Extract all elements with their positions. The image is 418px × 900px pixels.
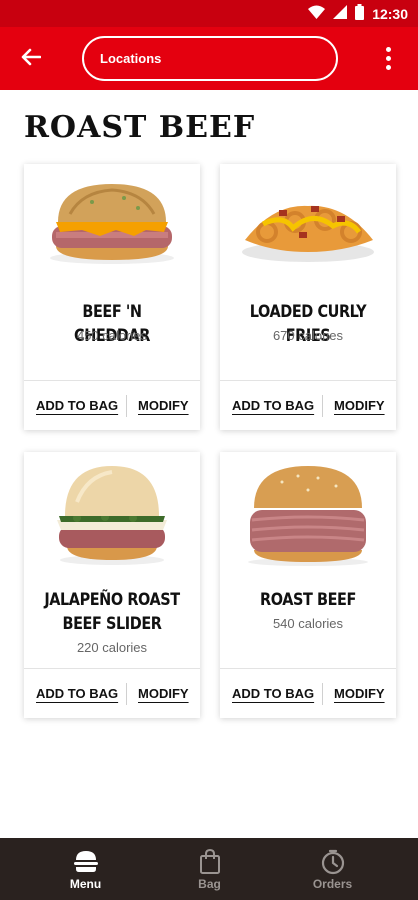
product-calories: 220 calories bbox=[76, 640, 148, 655]
locations-button[interactable]: Locations bbox=[82, 36, 338, 81]
status-bar: 12:30 bbox=[0, 0, 418, 27]
app-bar: Locations bbox=[0, 27, 418, 90]
product-actions: ADD TO BAG MODIFY bbox=[220, 380, 396, 430]
add-to-bag-button[interactable]: ADD TO BAG bbox=[36, 381, 118, 431]
modify-button[interactable]: MODIFY bbox=[138, 381, 189, 431]
modify-button[interactable]: MODIFY bbox=[138, 669, 189, 719]
arrow-back-icon bbox=[21, 48, 42, 71]
product-actions: ADD TO BAG MODIFY bbox=[220, 668, 396, 718]
product-actions: ADD TO BAG MODIFY bbox=[24, 668, 200, 718]
product-name: JALAPEÑO ROAST BEEF SLIDER bbox=[44, 590, 180, 634]
product-image-roast-beef bbox=[220, 462, 396, 572]
product-image-beef-n-cheddar bbox=[24, 174, 200, 284]
back-button[interactable] bbox=[16, 44, 46, 74]
status-icons: 12:30 bbox=[308, 4, 408, 25]
bottom-nav: Menu Bag Orders bbox=[0, 838, 418, 900]
wifi-icon bbox=[308, 5, 326, 24]
modify-button[interactable]: MODIFY bbox=[334, 669, 385, 719]
product-calories: 540 calories bbox=[272, 616, 344, 631]
page-title: ROAST BEEF bbox=[24, 110, 256, 145]
nav-item-orders[interactable]: Orders bbox=[263, 838, 402, 900]
nav-label: Bag bbox=[198, 877, 221, 891]
burger-icon bbox=[73, 849, 99, 875]
product-card-roast-beef[interactable]: ROAST BEEF 540 calories ADD TO BAG MODIF… bbox=[220, 452, 396, 718]
product-image-jalapeno-roast-beef-slider bbox=[24, 462, 200, 572]
add-to-bag-button[interactable]: ADD TO BAG bbox=[36, 669, 118, 719]
product-card-beef-n-cheddar[interactable]: BEEF 'N CHEDDAR 450 calories ADD TO BAG … bbox=[24, 164, 200, 430]
signal-icon bbox=[333, 5, 348, 24]
add-to-bag-button[interactable]: ADD TO BAG bbox=[232, 381, 314, 431]
product-actions: ADD TO BAG MODIFY bbox=[24, 380, 200, 430]
nav-label: Menu bbox=[69, 877, 102, 891]
product-image-loaded-curly-fries bbox=[220, 174, 396, 284]
nav-item-bag[interactable]: Bag bbox=[140, 838, 279, 900]
product-name: ROAST BEEF bbox=[260, 590, 356, 610]
add-to-bag-button[interactable]: ADD TO BAG bbox=[232, 669, 314, 719]
menu-content: ROAST BEEF BEEF 'N CHEDDAR 450 calories … bbox=[0, 90, 418, 838]
status-time: 12:30 bbox=[372, 6, 408, 22]
nav-item-menu[interactable]: Menu bbox=[16, 838, 155, 900]
more-options-button[interactable] bbox=[378, 43, 398, 73]
product-calories: 450 calories bbox=[76, 328, 148, 343]
product-calories: 670 calories bbox=[272, 328, 344, 343]
product-card-loaded-curly-fries[interactable]: LOADED CURLY FRIES 670 calories ADD TO B… bbox=[220, 164, 396, 430]
bag-icon bbox=[199, 849, 221, 875]
battery-icon bbox=[355, 4, 365, 25]
modify-button[interactable]: MODIFY bbox=[334, 381, 385, 431]
nav-label: Orders bbox=[312, 877, 353, 891]
product-card-jalapeno-roast-beef-slider[interactable]: JALAPEÑO ROAST BEEF SLIDER 220 calories … bbox=[24, 452, 200, 718]
clock-icon bbox=[320, 849, 346, 875]
